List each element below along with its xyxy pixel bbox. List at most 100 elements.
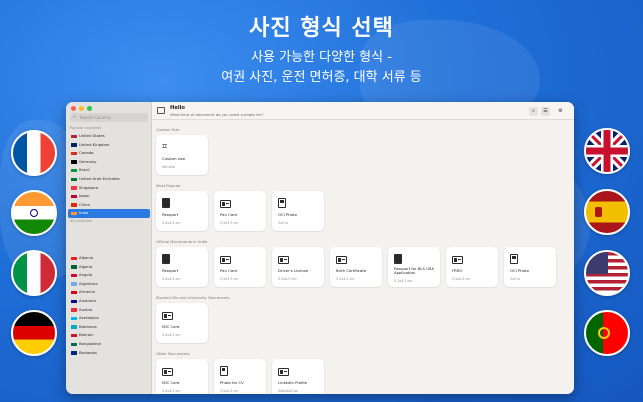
- search-button[interactable]: ⌕: [529, 107, 538, 116]
- main-content: Hello What kind of document do you need …: [152, 102, 574, 394]
- settings-button[interactable]: ⚙: [556, 107, 565, 116]
- card-name: OCI Photo: [510, 268, 529, 273]
- card-size: 2x2 in: [278, 221, 289, 225]
- flag-icon: [71, 160, 77, 164]
- sidebar-item-united-states[interactable]: United States: [68, 132, 150, 141]
- document-card[interactable]: Passport 3.5x4.5 cm: [156, 191, 208, 231]
- sidebar-item-bahrain[interactable]: Bahrain: [68, 331, 150, 340]
- document-card[interactable]: Driver's License 3.5x4.5 cm: [272, 247, 324, 287]
- card-name: Pan Card: [220, 212, 237, 217]
- sidebar-item-canada[interactable]: Canada: [68, 149, 150, 158]
- card-size: 3.5x4.5 cm: [162, 389, 181, 393]
- document-card[interactable]: Birth Certificate 3.5x4.5 cm: [330, 247, 382, 287]
- sidebar-item-united-arab-emirates[interactable]: United Arab Emirates: [68, 175, 150, 184]
- oci-icon: [278, 198, 286, 208]
- card-size: 3.5x4.5 cm: [452, 277, 471, 281]
- sidebar-item-label: Argentina: [79, 280, 98, 286]
- document-card[interactable]: Passport 3.5x4.5 cm: [156, 247, 208, 287]
- country-search-input[interactable]: ⌕ Search Country: [70, 113, 148, 122]
- sidebar-item-argentina[interactable]: Argentina: [68, 280, 150, 289]
- sidebar-item-austria[interactable]: Austria: [68, 306, 150, 315]
- sidebar-item-label: Japan: [79, 193, 90, 199]
- sidebar-item-label: Canada: [79, 150, 94, 156]
- card-name: ISIC Card: [162, 380, 180, 385]
- sidebar-item-algeria[interactable]: Algeria: [68, 263, 150, 272]
- document-card[interactable]: ISIC Card 3.5x4.5 cm: [156, 359, 208, 394]
- section-custom-size: Custom Size: [156, 127, 180, 132]
- sidebar-item-united-kingdom[interactable]: United Kingdom: [68, 141, 150, 150]
- sidebar-item-azerbaijan[interactable]: Azerbaijan: [68, 314, 150, 323]
- sidebar: ⌕ Search Country Popular countries Unite…: [66, 102, 152, 394]
- sidebar-item-singapore[interactable]: Singapore: [68, 184, 150, 193]
- card-size: 3.5x4.5 cm: [162, 277, 181, 281]
- sidebar-item-brazil[interactable]: Brazil: [68, 166, 150, 175]
- document-card[interactable]: Pan Card 2.5x3.5 cm: [214, 191, 266, 231]
- document-card[interactable]: Passport for BLS USA Application 5.1x5.1 …: [388, 247, 440, 287]
- section-student-documents: Student IDs and University Documents: [156, 295, 230, 300]
- card-size: 5.1x5.1 cm: [394, 279, 413, 283]
- flag-icon: [71, 134, 77, 138]
- window-controls: [71, 106, 92, 111]
- sidebar-item-germany[interactable]: Germany: [68, 158, 150, 167]
- id-card-icon: [162, 368, 173, 376]
- section-other-documents: Other Documents: [156, 351, 190, 356]
- sidebar-item-bahamas[interactable]: Bahamas: [68, 323, 150, 332]
- sidebar-item-label: Austria: [79, 306, 93, 312]
- sidebar-item-label: China: [79, 201, 90, 207]
- sidebar-item-japan[interactable]: Japan: [68, 192, 150, 201]
- id-card-icon: [336, 256, 347, 264]
- india-flag-icon: [11, 190, 57, 236]
- card-name: Driver's License: [278, 268, 309, 273]
- card-size: 3.5x4.5 cm: [220, 389, 239, 393]
- page-title: Hello: [170, 105, 185, 111]
- document-card[interactable]: Pan Card 2.5x3.5 cm: [214, 247, 266, 287]
- flag-icon: [71, 325, 77, 329]
- page-subtitle: What kind of document do you need a phot…: [170, 112, 264, 117]
- popular-countries-header: Popular countries: [70, 126, 102, 130]
- sidebar-item-china[interactable]: China: [68, 201, 150, 210]
- card-size: 3.5x4.5 cm: [162, 221, 181, 225]
- zoom-window-button[interactable]: [87, 106, 92, 111]
- sidebar-toggle-icon[interactable]: [157, 107, 165, 114]
- card-size: 2x2 in: [510, 277, 521, 281]
- card-size: 3.5x4.5 cm: [336, 277, 355, 281]
- sidebar-item-albania[interactable]: Albania: [68, 254, 150, 263]
- id-card-icon: [278, 256, 289, 264]
- card-size: 3.5x4.5 cm: [162, 333, 181, 337]
- document-card[interactable]: Photo for CV 3.5x4.5 cm: [214, 359, 266, 394]
- linkedin-icon: [278, 368, 289, 376]
- sidebar-item-angola[interactable]: Angola: [68, 271, 150, 280]
- document-card[interactable]: OCI Photo 2x2 in: [504, 247, 556, 287]
- sidebar-item-india[interactable]: India: [68, 209, 150, 218]
- card-size: 2.5x3.5 cm: [220, 277, 239, 281]
- sidebar-item-australia[interactable]: Australia: [68, 297, 150, 306]
- germany-flag-icon: [11, 310, 57, 356]
- flag-icon: [71, 151, 77, 156]
- sidebar-item-label: United Arab Emirates: [79, 176, 120, 181]
- flag-icon: [71, 282, 77, 286]
- card-name: OCI Photo: [278, 212, 297, 217]
- flag-icon: [71, 143, 77, 147]
- sidebar-item-bangladesh[interactable]: Bangladesh: [68, 340, 150, 349]
- minimize-window-button[interactable]: [79, 106, 84, 111]
- flag-icon: [71, 203, 77, 207]
- search-icon: ⌕: [73, 114, 76, 120]
- document-card[interactable]: LinkedIn Profile 400x400 px: [272, 359, 324, 394]
- sidebar-item-barbados[interactable]: Barbados: [68, 349, 150, 358]
- flag-icon: [71, 351, 77, 355]
- custom-size-card[interactable]: ⌗ Custom size Set size: [156, 135, 208, 175]
- sidebar-item-armenia[interactable]: Armenia: [68, 288, 150, 297]
- close-window-button[interactable]: [71, 106, 76, 111]
- flag-icon: [71, 256, 77, 260]
- card-size: 3.5x4.5 cm: [278, 277, 297, 281]
- id-card-icon: [162, 312, 173, 320]
- sidebar-item-label: United States: [79, 133, 105, 138]
- document-card[interactable]: FRRO 3.5x4.5 cm: [446, 247, 498, 287]
- cv-icon: [220, 366, 228, 376]
- document-card[interactable]: ISIC Card 3.5x4.5 cm: [156, 303, 208, 343]
- section-most-popular: Most Popular: [156, 183, 181, 188]
- list-view-button[interactable]: ☰: [541, 107, 550, 116]
- passport-icon: [162, 198, 170, 208]
- italy-flag-icon: [11, 250, 57, 296]
- document-card[interactable]: OCI Photo 2x2 in: [272, 191, 324, 231]
